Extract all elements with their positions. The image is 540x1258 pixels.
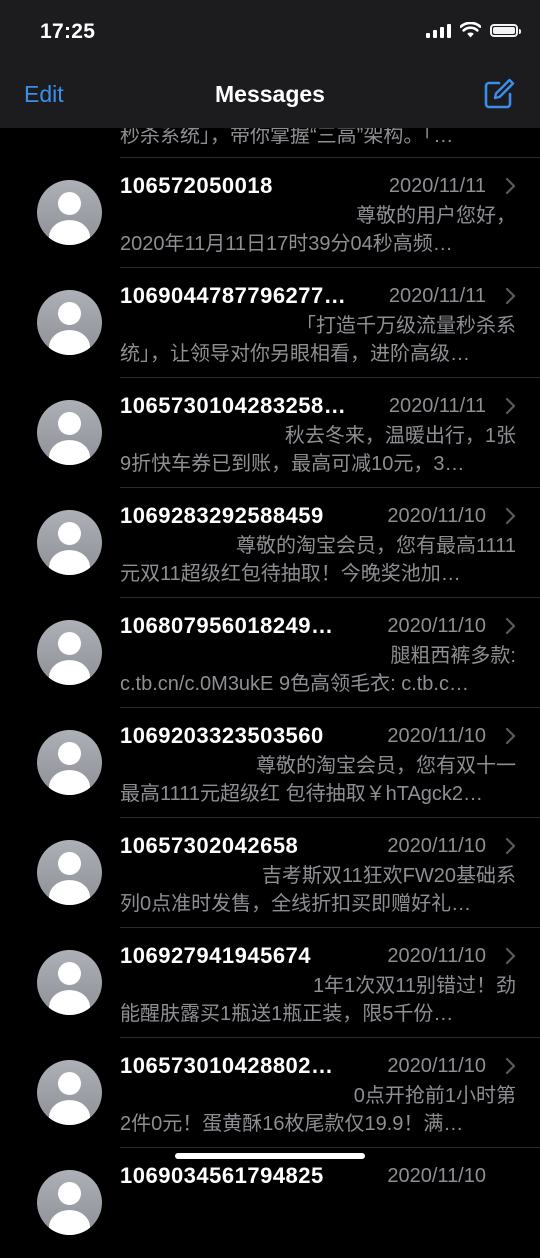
sender-name: 106572050018 bbox=[120, 173, 273, 198]
avatar bbox=[37, 950, 102, 1015]
message-preview-line-2: 元双11超级红包待抽取！今晚奖池加… bbox=[120, 563, 461, 585]
sender-name: 106807956018249… bbox=[120, 613, 334, 638]
wifi-icon bbox=[460, 22, 481, 38]
avatar bbox=[37, 510, 102, 575]
message-preview-line-2: 2件0元！蛋黄酥16枚尾款仅19.9！满… bbox=[120, 1113, 464, 1135]
list-item[interactable]: 106573010428802… 2020/11/10 0点开抢前1小时第 2件0元！… bbox=[0, 1038, 540, 1148]
battery-icon bbox=[490, 23, 521, 37]
list-item[interactable]: 106572050018 2020/11/11 尊敬的用户您好， 2020年11月11… bbox=[0, 158, 540, 268]
message-date: 2020/11/11 bbox=[388, 175, 486, 197]
message-preview-line-1: 「打造千万级流量秒杀系 bbox=[296, 315, 516, 337]
message-preview-line-2: 统」，让领导对你另眼相看，进阶高级… bbox=[120, 343, 470, 365]
status-bar: 17:25 bbox=[0, 0, 540, 62]
message-preview-line-1: 尊敬的淘宝会员，您有双十一 bbox=[256, 755, 516, 777]
message-date: 2020/11/10 bbox=[387, 835, 486, 857]
message-date: 2020/11/10 bbox=[387, 1055, 486, 1077]
sender-name: 1069034561794825 bbox=[120, 1163, 324, 1188]
chevron-right-icon bbox=[505, 617, 516, 635]
message-preview-line-1: 吉考斯双11狂欢FW20基础系 bbox=[261, 865, 516, 887]
message-preview-line-2: 能醒肤露买1瓶送1瓶正装，限5千份… bbox=[120, 1003, 454, 1025]
chevron-right-icon bbox=[505, 397, 516, 415]
navigation-bar: Edit Messages bbox=[0, 62, 540, 128]
avatar bbox=[37, 840, 102, 905]
message-date: 2020/11/11 bbox=[388, 395, 486, 417]
message-preview-line-1: 1年1次双11别错过！劲 bbox=[312, 975, 516, 997]
message-preview-line-1: 腿粗西裤多款: bbox=[390, 645, 516, 667]
avatar bbox=[37, 730, 102, 795]
cellular-signal-icon bbox=[426, 22, 451, 38]
list-item[interactable]: 1069044787796277… 2020/11/11 「打造千万级流量秒杀系统」… bbox=[0, 268, 540, 378]
message-preview-line-2: 列0点准时发售，全线折扣买即赠好礼… bbox=[120, 893, 472, 915]
message-preview-line-1: 0点开抢前1小时第 bbox=[353, 1085, 516, 1107]
avatar bbox=[37, 1060, 102, 1125]
list-item[interactable]: 1069034561794825 2020/11/10 bbox=[0, 1148, 540, 1258]
list-item[interactable]: 秒杀系统」，带你掌握“三高”架构。「… bbox=[0, 125, 540, 158]
message-list[interactable]: 秒杀系统」，带你掌握“三高”架构。「… 106572050018 2020/11/… bbox=[0, 0, 540, 1235]
message-date: 2020/11/11 bbox=[388, 285, 486, 307]
sender-name: 1069044787796277… bbox=[120, 283, 347, 308]
chevron-right-icon bbox=[505, 837, 516, 855]
message-preview-line-1: 尊敬的淘宝会员，您有最高1111 bbox=[235, 535, 516, 557]
list-item[interactable]: 106927941945674 2020/11/10 1年1次双11别错过！劲能醒肤… bbox=[0, 928, 540, 1038]
status-time: 17:25 bbox=[40, 20, 96, 43]
sender-name: 106927941945674 bbox=[120, 943, 312, 968]
compose-icon[interactable] bbox=[482, 77, 516, 111]
avatar bbox=[37, 400, 102, 465]
message-date: 2020/11/10 bbox=[387, 505, 486, 527]
list-item[interactable]: 106807956018249… 2020/11/10 腿粗西裤多款: c.tb.cn… bbox=[0, 598, 540, 708]
chevron-right-icon bbox=[505, 177, 516, 195]
chevron-right-icon bbox=[505, 507, 516, 525]
message-date: 2020/11/10 bbox=[387, 615, 486, 637]
sender-name: 1069203323503560 bbox=[120, 723, 324, 748]
chevron-right-icon bbox=[505, 727, 516, 745]
chevron-right-icon bbox=[505, 947, 516, 965]
message-preview-line-1: 秋去冬来，温暖出行，1张 bbox=[284, 425, 516, 447]
sender-name: 1065730104283258… bbox=[120, 393, 347, 418]
sender-name: 10657302042658 bbox=[120, 833, 299, 858]
list-item[interactable]: 10657302042658 2020/11/10 吉考斯双11狂欢FW20基础系列… bbox=[0, 818, 540, 928]
list-item[interactable]: 1069203323503560 2020/11/10 尊敬的淘宝会员，您有双十一最… bbox=[0, 708, 540, 818]
home-indicator bbox=[175, 1153, 365, 1159]
sender-name: 1069283292588459 bbox=[120, 503, 324, 528]
avatar bbox=[37, 290, 102, 355]
message-preview-line-2: 2020年11月11日17时39分04秒高频… bbox=[120, 233, 453, 255]
message-preview-line-2: 最高1111元超级红 包待抽取￥hTAgck2… bbox=[120, 783, 484, 805]
message-preview-line-2: 9折快车券已到账，最高可减10元，3… bbox=[120, 453, 465, 475]
message-date: 2020/11/10 bbox=[387, 725, 486, 747]
chevron-right-icon bbox=[505, 287, 516, 305]
avatar bbox=[37, 620, 102, 685]
message-date: 2020/11/10 bbox=[387, 1165, 486, 1187]
chevron-right-icon bbox=[505, 1057, 516, 1075]
message-preview-line-2: c.tb.cn/c.0M3ukE 9色高领毛衣: c.tb.c… bbox=[120, 673, 469, 695]
avatar bbox=[37, 1170, 102, 1235]
message-date: 2020/11/10 bbox=[387, 945, 486, 967]
sender-name: 106573010428802… bbox=[120, 1053, 334, 1078]
page-title: Messages bbox=[215, 81, 325, 107]
message-preview-line-1: 尊敬的用户您好， bbox=[356, 205, 516, 227]
list-item[interactable]: 1065730104283258… 2020/11/11 秋去冬来，温暖出行，1张 9… bbox=[0, 378, 540, 488]
list-item[interactable]: 1069283292588459 2020/11/10 尊敬的淘宝会员，您有最高11… bbox=[0, 488, 540, 598]
avatar bbox=[37, 180, 102, 245]
